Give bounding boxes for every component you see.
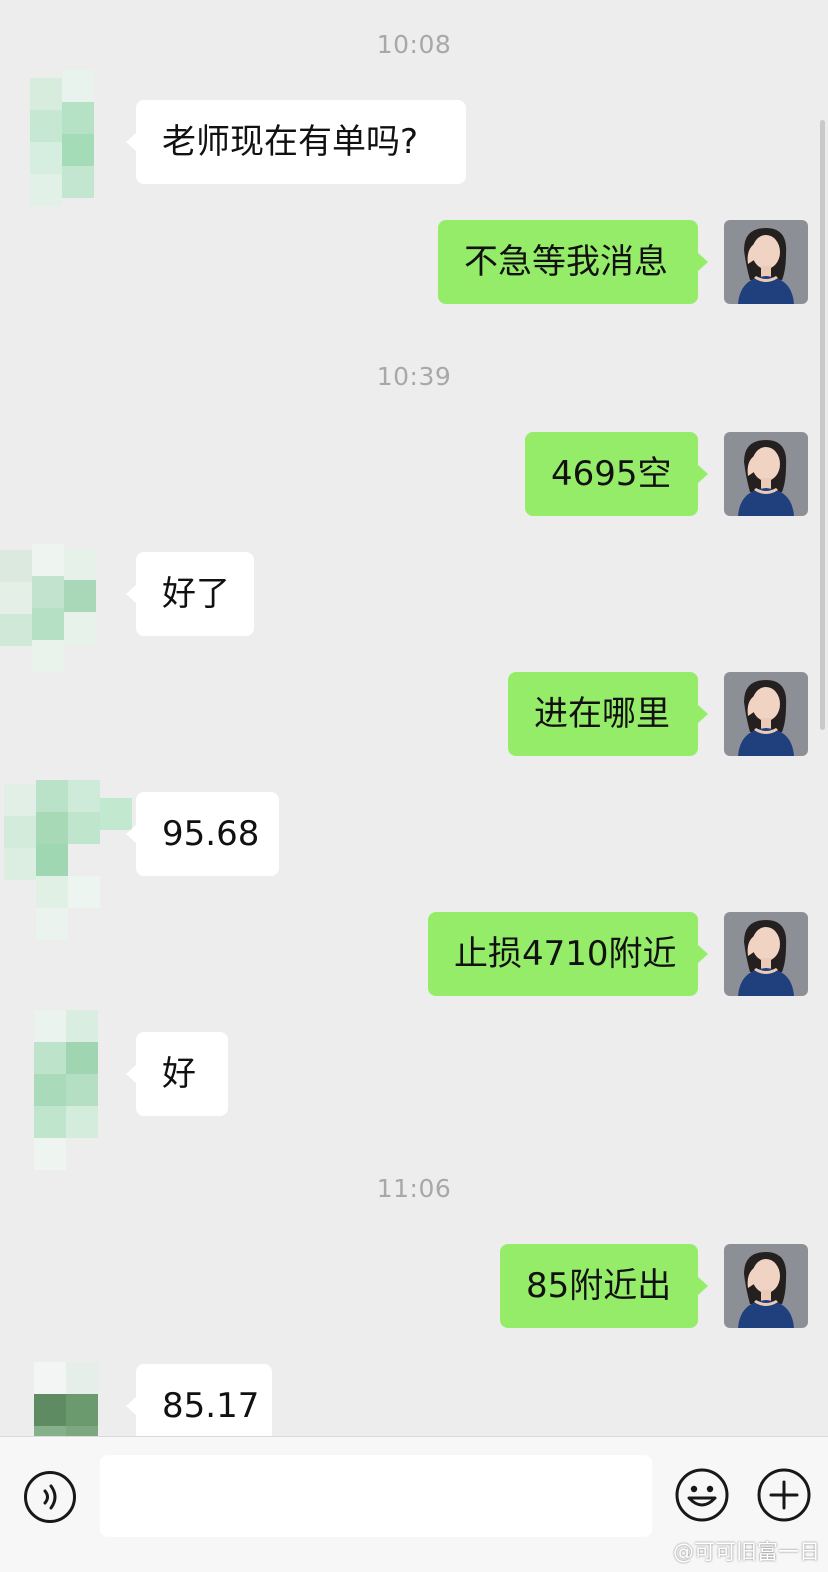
outgoing-message[interactable]: 进在哪里 bbox=[508, 672, 708, 756]
message-input[interactable] bbox=[100, 1455, 652, 1537]
user-avatar[interactable] bbox=[724, 1244, 808, 1328]
portrait-icon bbox=[724, 1244, 808, 1328]
voice-button[interactable] bbox=[24, 1471, 76, 1523]
plus-icon bbox=[757, 1468, 811, 1522]
portrait-icon bbox=[724, 672, 808, 756]
outgoing-message[interactable]: 止损4710附近 bbox=[428, 912, 708, 996]
watermark: @可可旧富一日 bbox=[673, 1540, 820, 1564]
incoming-message[interactable]: 85.17 bbox=[126, 1364, 272, 1436]
portrait-icon bbox=[724, 912, 808, 996]
input-bar: @可可旧富一日 bbox=[0, 1436, 828, 1572]
portrait-icon bbox=[724, 220, 808, 304]
outgoing-message[interactable]: 85附近出 bbox=[500, 1244, 708, 1328]
user-avatar[interactable] bbox=[724, 912, 808, 996]
incoming-message[interactable]: 好了 bbox=[126, 552, 254, 636]
chat-scrollbar[interactable] bbox=[820, 120, 825, 730]
more-button[interactable] bbox=[756, 1467, 812, 1523]
outgoing-message[interactable]: 不急等我消息 bbox=[438, 220, 708, 304]
user-avatar[interactable] bbox=[724, 432, 808, 516]
incoming-message[interactable]: 老师现在有单吗? bbox=[126, 100, 466, 184]
timestamp: 10:39 bbox=[376, 362, 452, 391]
outgoing-message[interactable]: 4695空 bbox=[525, 432, 708, 516]
timestamp: 10:08 bbox=[376, 30, 452, 59]
chat-area[interactable]: 10:08 老师现在有单吗? 不急等我消息 10:39 4695空 好了 进在哪… bbox=[0, 0, 828, 1436]
user-avatar[interactable] bbox=[724, 672, 808, 756]
incoming-message[interactable]: 好 bbox=[126, 1032, 228, 1116]
voice-icon bbox=[43, 1484, 57, 1510]
timestamp: 11:06 bbox=[376, 1174, 452, 1203]
portrait-icon bbox=[724, 432, 808, 516]
incoming-message[interactable]: 95.68 bbox=[126, 792, 279, 876]
emoji-icon bbox=[675, 1468, 729, 1522]
emoji-button[interactable] bbox=[674, 1467, 730, 1523]
user-avatar[interactable] bbox=[724, 220, 808, 304]
